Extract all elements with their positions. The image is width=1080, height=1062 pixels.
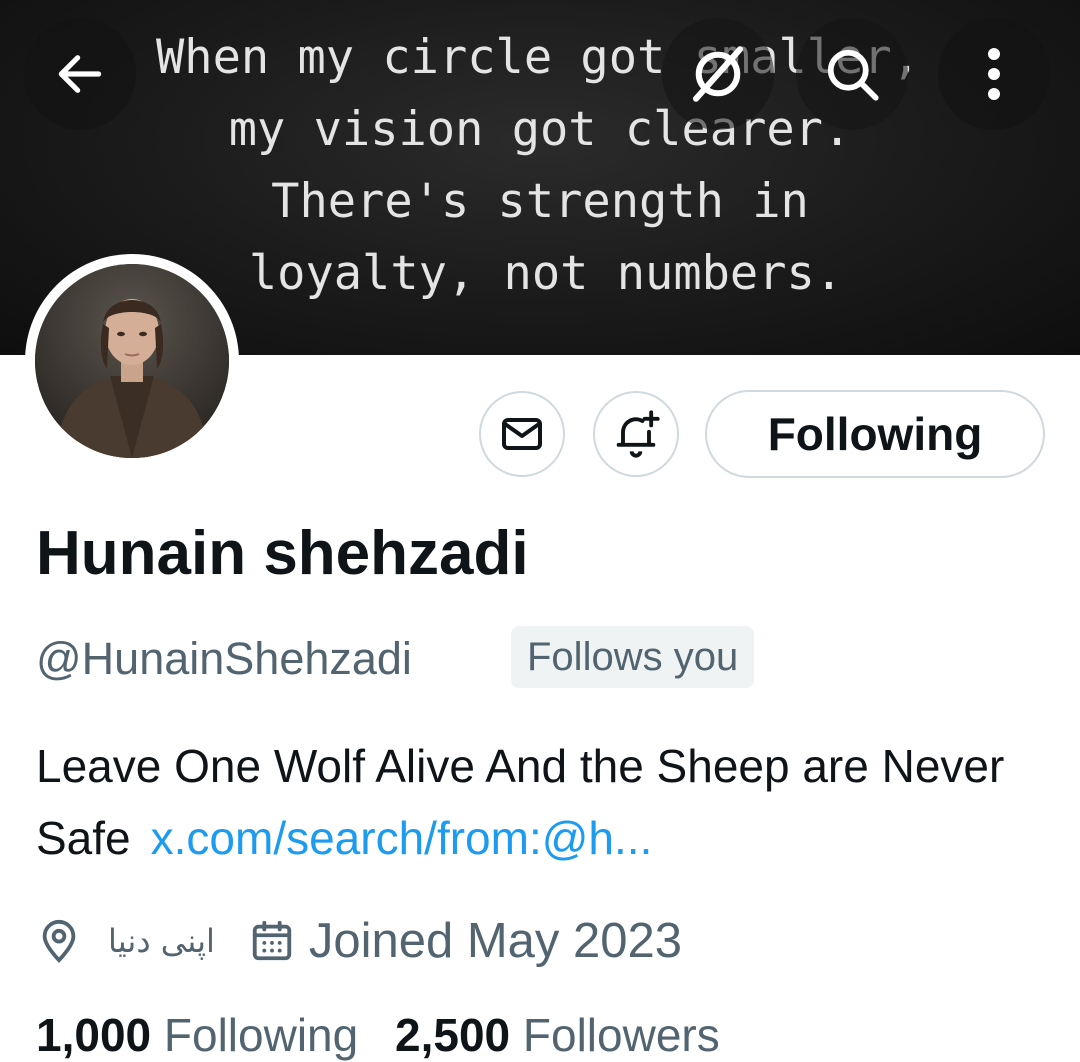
- message-button[interactable]: [479, 391, 565, 477]
- banner-quote-line: There's strength in: [271, 174, 809, 229]
- user-handle: @HunainShehzadi: [36, 633, 412, 684]
- location-pin-icon: [42, 919, 76, 963]
- follow-stats: 1,000 Following 2,500 Followers: [36, 1008, 720, 1062]
- grok-button[interactable]: [662, 18, 774, 130]
- search-icon: [827, 49, 879, 101]
- back-button[interactable]: [24, 18, 136, 130]
- location-text: اپنی دنیا: [108, 922, 215, 960]
- calendar-icon: [252, 920, 292, 961]
- followers-count[interactable]: 2,500: [395, 1009, 510, 1061]
- following-button[interactable]: Following: [705, 390, 1045, 478]
- avatar-image: [35, 264, 229, 458]
- banner-quote-line: When my circle got smaller,: [155, 30, 920, 85]
- notifications-button[interactable]: [593, 391, 679, 477]
- grok-icon: [692, 46, 744, 102]
- followers-label[interactable]: Followers: [523, 1009, 720, 1061]
- more-options-button[interactable]: [938, 18, 1050, 130]
- follows-you-badge: Follows you: [511, 626, 755, 688]
- following-label[interactable]: Following: [164, 1009, 358, 1061]
- arrow-left-icon: [58, 55, 102, 93]
- profile-avatar[interactable]: [25, 254, 239, 468]
- banner-quote-line: my vision got clearer.: [228, 102, 852, 157]
- profile-bio: Leave One Wolf Alive And the Sheep are N…: [36, 730, 1046, 874]
- following-count[interactable]: 1,000: [36, 1009, 151, 1061]
- profile-meta: اپنی دنیا Joined May 2023: [36, 906, 682, 976]
- more-vertical-icon: [988, 48, 1000, 100]
- bio-link[interactable]: x.com/search/from:@h...: [151, 812, 653, 864]
- display-name: Hunain shehzadi: [36, 519, 529, 588]
- mail-icon: [502, 418, 542, 450]
- joined-date: Joined May 2023: [308, 914, 683, 968]
- search-button[interactable]: [796, 18, 908, 130]
- bell-plus-icon: [616, 410, 660, 458]
